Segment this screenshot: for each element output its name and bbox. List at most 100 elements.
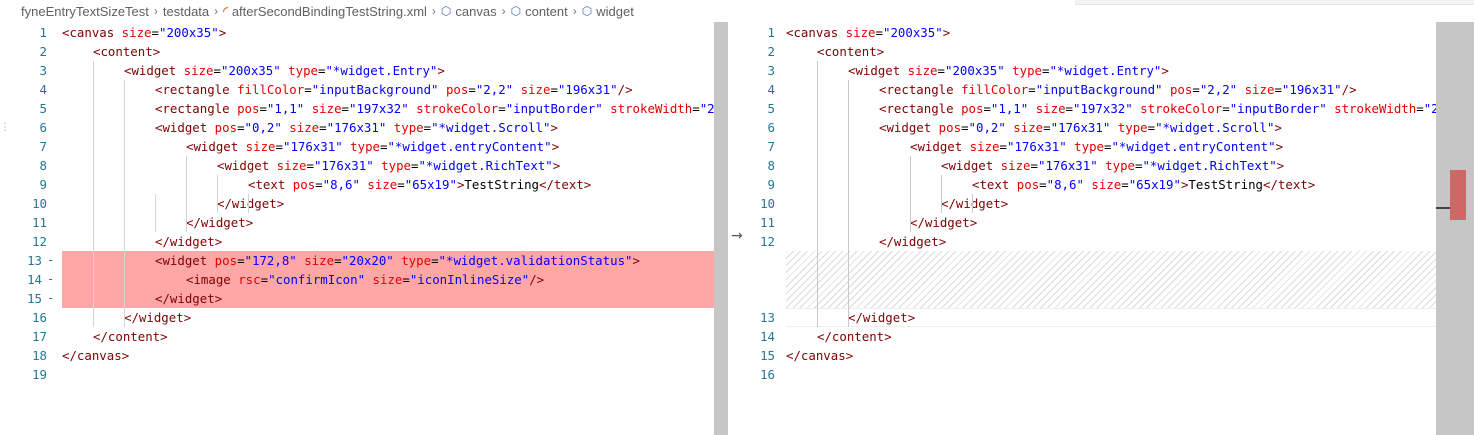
breadcrumb-item-project[interactable]: fyneEntryTextSizeTest (21, 4, 149, 19)
code-text: <content> (817, 44, 885, 59)
code-line[interactable]: 4 <rectangle fillColor="inputBackground" … (728, 80, 1434, 99)
code-line[interactable]: 1 <canvas size="200x35"> (728, 23, 1434, 42)
code-line[interactable]: 4 <rectangle fillColor="inputBackground" … (0, 80, 714, 99)
modified-scrollbar[interactable] (1436, 22, 1474, 435)
chevron-right-icon: › (153, 4, 158, 18)
original-editor-pane[interactable]: 1 <canvas size="200x35"> 2 <content> 3 <widge… (0, 22, 728, 435)
code-line[interactable]: 6 <widget pos="0,2" size="176x31" type="*… (0, 118, 714, 137)
diff-placeholder-hatch (786, 251, 1450, 308)
removed-line-marker: - (47, 253, 55, 267)
code-line[interactable]: 2 <content> (728, 42, 1434, 61)
code-line[interactable]: 8 <widget size="176x31" type="*widget.Ric… (0, 156, 714, 175)
line-number: 10 (760, 196, 775, 211)
line-number: 1 (767, 25, 775, 40)
code-text: <widget size="200x35" type="*widget.Entr… (124, 63, 445, 78)
indent-guide (155, 194, 156, 232)
indent-guide (93, 61, 94, 327)
breadcrumb-item-widget[interactable]: ⬡ widget (582, 4, 634, 19)
code-line[interactable]: 16 </widget> (0, 308, 714, 327)
line-number: 14 (27, 272, 42, 287)
cube-icon: ⬡ (581, 4, 593, 18)
indent-guide (217, 175, 218, 213)
line-number: 5 (39, 101, 47, 116)
breadcrumb-content-label: content (525, 3, 568, 19)
line-number: 4 (39, 82, 47, 97)
code-text: <widget pos="0,2" size="176x31" type="*w… (155, 120, 558, 135)
code-line[interactable]: 13 </widget> (728, 308, 1434, 327)
original-scrollbar[interactable] (714, 22, 728, 435)
modified-editor-pane[interactable]: 1 <canvas size="200x35"> 2 <content> 3 <widge… (728, 22, 1474, 435)
code-line[interactable]: 9 <text pos="8,6" size="65x19">TestString… (728, 175, 1434, 194)
code-line[interactable]: 19 (0, 365, 714, 384)
line-number: 5 (767, 101, 775, 116)
code-line[interactable]: 12 </widget> (0, 232, 714, 251)
code-text: <text pos="8,6" size="65x19">TestString<… (972, 177, 1316, 192)
code-text: <image rsc="confirmIcon" size="iconInlin… (186, 272, 545, 287)
overview-ruler-removed-mark (1450, 170, 1466, 220)
indent-guide (124, 80, 125, 327)
breadcrumb-item-file[interactable]: ◜ afterSecondBindingTestString.xml (223, 4, 427, 19)
code-text: <widget pos="0,2" size="176x31" type="*w… (879, 120, 1282, 135)
line-number: 15 (760, 348, 775, 363)
code-line[interactable]: 16 (728, 365, 1434, 384)
line-number: 2 (767, 44, 775, 59)
code-line[interactable]: 12 </widget> (728, 232, 1434, 251)
code-line[interactable]: 14- <image rsc="confirmIcon" size="iconIn… (0, 270, 714, 289)
breadcrumb-item-folder[interactable]: testdata (163, 4, 209, 19)
indent-guide (248, 194, 249, 213)
code-text: <rectangle pos="1,1" size="197x32" strok… (155, 101, 715, 116)
code-line[interactable]: 18 </canvas> (0, 346, 714, 365)
removed-line-marker: - (47, 291, 55, 305)
code-line[interactable]: 11 </widget> (0, 213, 714, 232)
code-line[interactable]: 5 <rectangle pos="1,1" size="197x32" stro… (728, 99, 1439, 118)
line-number: 12 (32, 234, 47, 249)
chevron-right-icon: › (431, 4, 436, 18)
chevron-right-icon: › (214, 4, 219, 18)
code-line[interactable]: 14 </content> (728, 327, 1434, 346)
code-text: </widget> (155, 291, 223, 306)
indent-guide (848, 80, 849, 327)
overview-ruler-cursor-mark (1436, 207, 1450, 209)
code-line[interactable]: 1 <canvas size="200x35"> (0, 23, 714, 42)
code-text: </canvas> (62, 348, 130, 363)
code-text: <rectangle fillColor="inputBackground" p… (155, 82, 633, 97)
line-number: 11 (760, 215, 775, 230)
code-line[interactable]: 8 <widget size="176x31" type="*widget.Ric… (728, 156, 1434, 175)
code-line[interactable]: 5 <rectangle pos="1,1" size="197x32" stro… (0, 99, 715, 118)
code-line[interactable]: 17 </content> (0, 327, 714, 346)
line-number: 8 (767, 158, 775, 173)
line-number: 2 (39, 44, 47, 59)
code-line[interactable]: 10 </widget> (0, 194, 714, 213)
code-line[interactable]: 15 </canvas> (728, 346, 1434, 365)
line-number: 9 (767, 177, 775, 192)
removed-line-marker: - (47, 272, 55, 286)
line-number: 4 (767, 82, 775, 97)
indent-guide (941, 175, 942, 213)
code-line[interactable]: 10 </widget> (728, 194, 1434, 213)
code-text: <widget size="176x31" type="*widget.entr… (186, 139, 560, 154)
line-number: 19 (32, 367, 47, 382)
code-line[interactable]: 6 <widget pos="0,2" size="176x31" type="*… (728, 118, 1434, 137)
code-line[interactable]: 9 <text pos="8,6" size="65x19">TestString… (0, 175, 714, 194)
breadcrumb-item-content[interactable]: ⬡ content (511, 4, 568, 19)
code-text: <widget pos="172,8" size="20x20" type="*… (155, 253, 640, 268)
code-line[interactable]: 3 <widget size="200x35" type="*widget.Ent… (0, 61, 714, 80)
code-line[interactable]: 11 </widget> (728, 213, 1434, 232)
line-number: 6 (39, 120, 47, 135)
tab-strip (1075, 0, 1474, 5)
breadcrumb-file-label: afterSecondBindingTestString.xml (231, 3, 427, 19)
breadcrumb-item-canvas[interactable]: ⬡ canvas (441, 4, 497, 19)
code-line[interactable]: 2 <content> (0, 42, 714, 61)
code-line[interactable]: 7 <widget size="176x31" type="*widget.ent… (0, 137, 714, 156)
rss-icon: ◜ (223, 4, 228, 18)
code-text: <widget size="176x31" type="*widget.entr… (910, 139, 1284, 154)
cube-icon: ⬡ (510, 4, 522, 18)
code-text: </content> (93, 329, 168, 344)
code-line[interactable]: 7 <widget size="176x31" type="*widget.ent… (728, 137, 1434, 156)
code-line[interactable]: 15- </widget> (0, 289, 714, 308)
line-number: 13 (760, 310, 775, 325)
breadcrumb-canvas-label: canvas (455, 3, 497, 19)
code-line[interactable]: 13- <widget pos="172,8" size="20x20" type… (0, 251, 714, 270)
code-line[interactable]: 3 <widget size="200x35" type="*widget.Ent… (728, 61, 1434, 80)
line-number: 17 (32, 329, 47, 344)
